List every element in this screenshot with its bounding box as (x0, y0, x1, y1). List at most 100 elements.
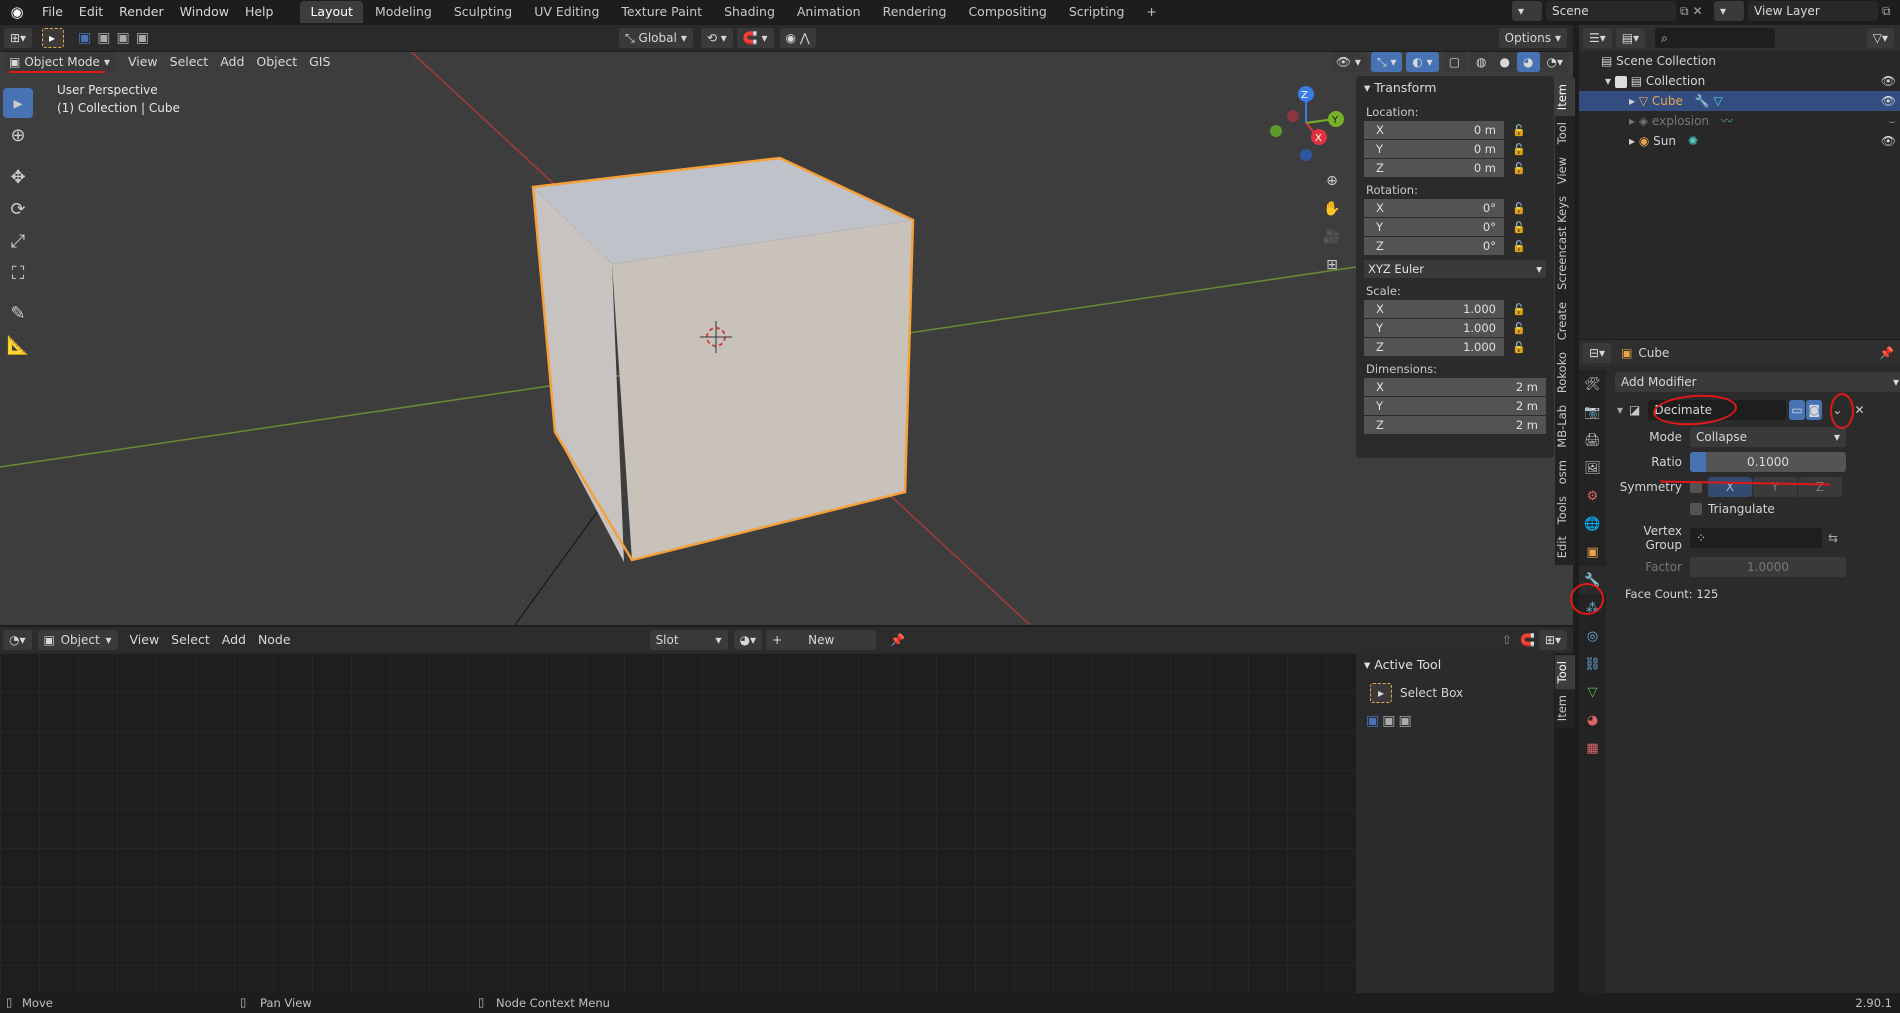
shader-type-dropdown[interactable]: ▣ Object ▾ (37, 630, 118, 650)
ortho-grid-icon[interactable]: ⊞ (1319, 252, 1345, 278)
menu-render[interactable]: Render (111, 0, 172, 24)
select-mode-new-icon[interactable]: ▣ (78, 30, 91, 46)
tab-shading[interactable]: Shading (714, 1, 785, 23)
shading-material-icon[interactable]: ◕ (1517, 52, 1540, 72)
menu-view[interactable]: View (122, 52, 164, 72)
pin-icon[interactable]: 📌 (1879, 346, 1894, 360)
shading-rendered-icon[interactable]: ◔▾ (1540, 52, 1569, 72)
scene-collection-row[interactable]: ▤ Scene Collection (1579, 51, 1900, 71)
expand-icon[interactable]: ▾ (1605, 74, 1611, 88)
menu-window[interactable]: Window (172, 0, 237, 24)
tab-tool[interactable]: Tool (1555, 116, 1575, 150)
symmetry-y-button[interactable]: Y (1753, 477, 1797, 497)
scale-z-field[interactable]: Z 1.000 🔓 (1364, 338, 1526, 357)
snap-element-dropdown[interactable]: ⊞▾ (1538, 630, 1567, 650)
display-mode-icon[interactable]: ▤▾ (1615, 28, 1646, 48)
select-mode-subtract-icon[interactable]: ▣ (1398, 713, 1411, 729)
outliner-item-cube[interactable]: ▸ ▽ Cube 🔧 ▽ 👁 (1579, 91, 1900, 111)
filter-icon[interactable]: ▽▾ (1866, 28, 1894, 48)
scene-icon[interactable]: ▾ (1512, 1, 1542, 21)
tab-texture-paint[interactable]: Texture Paint (611, 1, 712, 23)
camera-view-icon[interactable]: 🎥 (1319, 224, 1345, 250)
eye-icon[interactable]: 👁 (1881, 91, 1896, 111)
proportional-edit-toggle[interactable]: ◉ ⋀ (779, 28, 816, 48)
blender-logo-icon[interactable]: ◉ (0, 3, 34, 21)
lock-icon[interactable]: 🔓 (1512, 240, 1526, 253)
tab-mb-lab[interactable]: MB-Lab (1555, 399, 1575, 454)
outliner-search-input[interactable]: ⌕ (1655, 28, 1776, 48)
hidden-eye-icon[interactable]: ⌣ (1888, 111, 1896, 131)
annotate-tool-icon[interactable]: ✎ (3, 298, 33, 328)
expand-icon[interactable]: ▸ (1629, 114, 1635, 128)
select-mode-subtract-icon[interactable]: ▣ (116, 30, 129, 46)
menu-object[interactable]: Object (250, 52, 303, 72)
options-dropdown[interactable]: Options ▾ (1498, 28, 1567, 48)
snap-toggle[interactable]: 🧲 ▾ (736, 28, 774, 48)
output-tab-icon[interactable]: 🖨 (1579, 426, 1606, 454)
material-tab-icon[interactable]: ◕ (1579, 706, 1606, 734)
rotation-x-field[interactable]: X 0° 🔓 (1364, 199, 1526, 218)
visibility-dropdown[interactable]: 👁 ▾ (1329, 52, 1367, 72)
snap-icon[interactable]: 🧲 (1520, 633, 1535, 647)
menu-add[interactable]: Add (214, 52, 250, 72)
expand-icon[interactable]: ▸ (1629, 134, 1635, 148)
xray-toggle[interactable]: ▢ (1442, 52, 1467, 72)
select-mode-extend-icon[interactable]: ▣ (1382, 713, 1395, 729)
pivot-dropdown[interactable]: ⟲ ▾ (700, 28, 733, 48)
tab-animation[interactable]: Animation (787, 1, 871, 23)
transform-header[interactable]: ▾ Transform (1356, 76, 1554, 100)
lock-icon[interactable]: 🔓 (1512, 322, 1526, 335)
lock-icon[interactable]: 🔓 (1512, 202, 1526, 215)
pin-icon[interactable]: 📌 (890, 633, 905, 647)
shading-wireframe-icon[interactable]: ◍ (1470, 52, 1493, 72)
tab-scripting[interactable]: Scripting (1059, 1, 1135, 23)
menu-edit[interactable]: Edit (71, 0, 111, 24)
new-material-button[interactable]: + New (766, 630, 877, 650)
lock-icon[interactable]: 🔓 (1512, 303, 1526, 316)
tab-item[interactable]: Item (1555, 78, 1575, 117)
transform-tool-icon[interactable]: ⛶ (3, 258, 33, 288)
3d-viewport[interactable]: Z Y X User Perspective (1) Collection | … (0, 52, 1573, 625)
shading-solid-icon[interactable]: ● (1493, 52, 1517, 72)
tab-create[interactable]: Create (1555, 296, 1575, 346)
show-in-viewport-icon[interactable]: ▭ (1789, 400, 1806, 420)
menu-help[interactable]: Help (237, 0, 282, 24)
scale-y-field[interactable]: Y 1.000 🔓 (1364, 319, 1526, 338)
tab-rendering[interactable]: Rendering (873, 1, 957, 23)
data-tab-icon[interactable]: ▽ (1579, 678, 1606, 706)
tab-layout[interactable]: Layout (300, 1, 363, 23)
lock-icon[interactable]: 🔓 (1512, 221, 1526, 234)
move-tool-icon[interactable]: ✥ (3, 162, 33, 192)
cursor-tool-icon[interactable]: ⊕ (3, 120, 33, 150)
measure-tool-icon[interactable]: 📐 (3, 330, 33, 360)
menu-file[interactable]: File (34, 0, 71, 24)
tab-screencast-keys[interactable]: Screencast Keys (1555, 190, 1575, 296)
view-layer-icon[interactable]: ▾ (1714, 1, 1744, 21)
lock-icon[interactable]: 🔓 (1512, 341, 1526, 354)
mode-dropdown[interactable]: Collapse ▾ (1690, 427, 1846, 447)
object-mode-dropdown[interactable]: ▣ Object Mode ▾ (3, 52, 116, 72)
view-layer-name-field[interactable]: View Layer (1748, 1, 1878, 21)
properties-editor-type-icon[interactable]: ⊟▾ (1583, 343, 1612, 363)
node-editor-canvas[interactable] (0, 653, 1356, 993)
tab-tools[interactable]: Tools (1555, 490, 1575, 530)
parent-node-icon[interactable]: ⇧ (1502, 633, 1512, 647)
menu-node[interactable]: Node (252, 630, 297, 650)
add-workspace-button[interactable]: + (1136, 1, 1166, 23)
tab-edit[interactable]: Edit (1555, 530, 1575, 564)
menu-view[interactable]: View (124, 630, 166, 650)
invert-icon[interactable]: ⇆ (1828, 531, 1838, 545)
gizmo-toggle[interactable]: ⤡ ▾ (1370, 52, 1403, 72)
slot-dropdown[interactable]: Slot ▾ (649, 630, 728, 650)
constraints-tab-icon[interactable]: ⛓ (1579, 650, 1606, 678)
zoom-icon[interactable]: ⊕ (1319, 168, 1345, 194)
select-mode-new-icon[interactable]: ▣ (1366, 713, 1379, 729)
menu-select[interactable]: Select (164, 52, 215, 72)
select-tool-icon[interactable]: ▸ (42, 28, 64, 48)
dimensions-z-field[interactable]: Z 2 m (1364, 416, 1546, 435)
expand-icon[interactable]: ▸ (1629, 94, 1635, 108)
view-layer-tab-icon[interactable]: 🖼 (1579, 454, 1606, 482)
menu-add[interactable]: Add (216, 630, 252, 650)
symmetry-x-button[interactable]: X (1708, 477, 1752, 497)
active-tool-row[interactable]: ▸ Select Box (1370, 683, 1554, 703)
